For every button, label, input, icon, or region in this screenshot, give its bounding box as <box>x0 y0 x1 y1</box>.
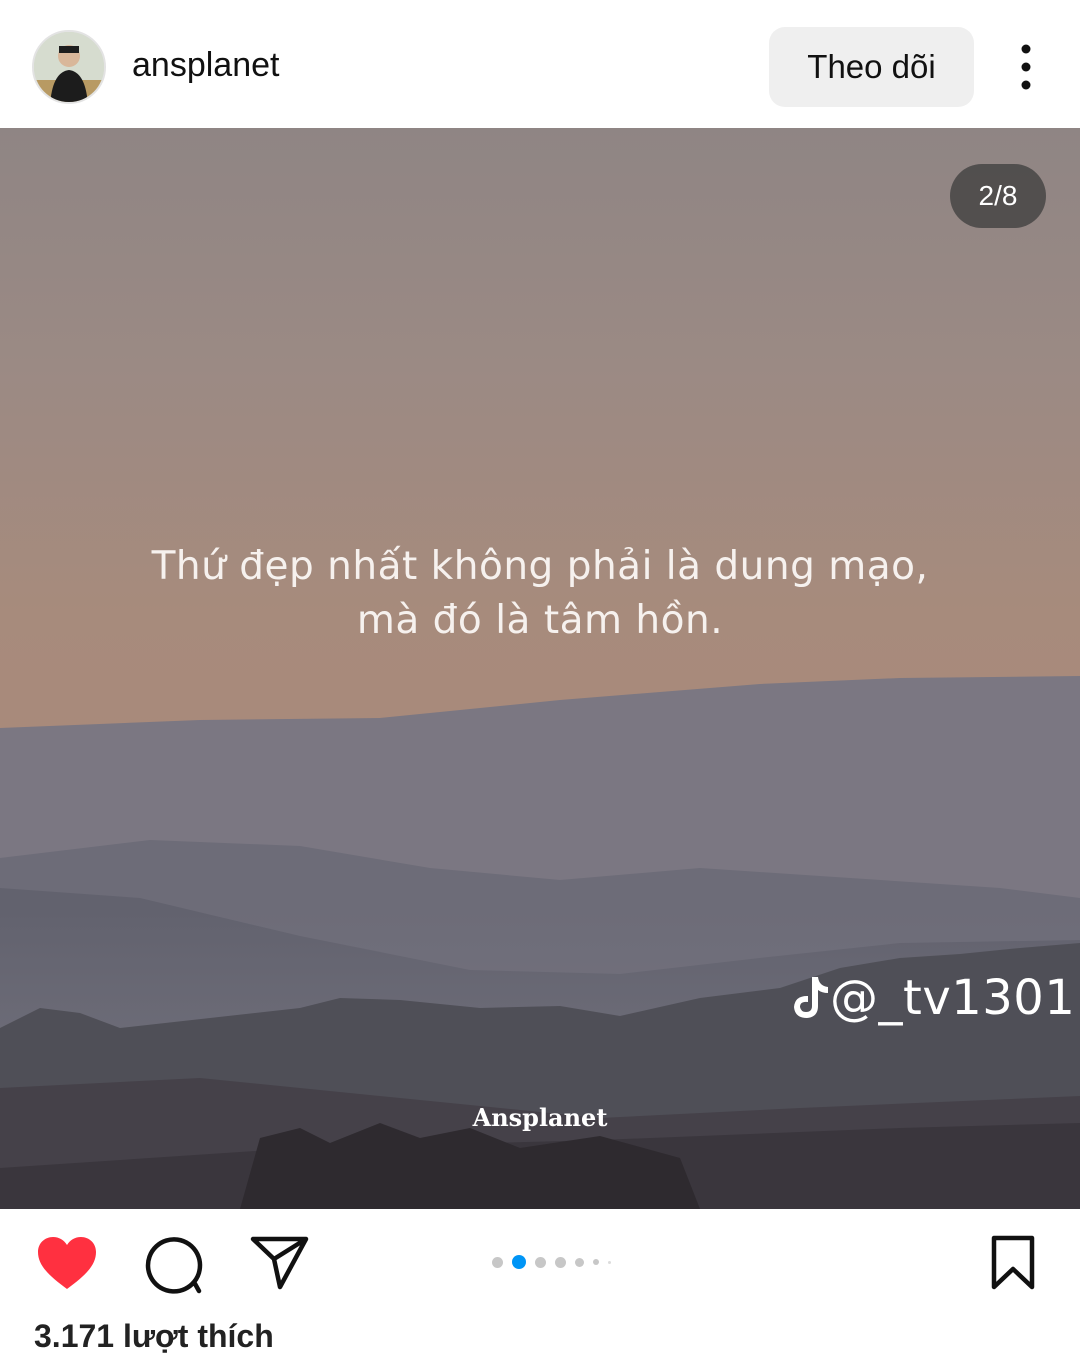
carousel-indicator <box>492 1255 611 1269</box>
carousel-dot-active <box>512 1255 526 1269</box>
carousel-dot <box>492 1256 503 1268</box>
watermark-handle: @_tv1301 <box>830 970 1076 1026</box>
carousel-dot <box>593 1259 599 1265</box>
tiktok-icon <box>794 977 828 1018</box>
quote-text: Thứ đẹp nhất không phải là dung mạo, mà … <box>0 540 1080 648</box>
carousel-dot <box>535 1256 546 1268</box>
likes-count[interactable]: 3.171 lượt thích <box>34 1318 274 1355</box>
slide-counter: 2/8 <box>950 164 1046 228</box>
quote-line-1: Thứ đẹp nhất không phải là dung mạo, <box>151 544 929 589</box>
brand-logo: Ansplanet <box>472 1103 608 1132</box>
username[interactable]: ansplanet <box>132 46 279 85</box>
follow-button[interactable]: Theo dõi <box>769 27 974 107</box>
comment-icon[interactable] <box>144 1235 204 1300</box>
share-icon[interactable] <box>250 1235 310 1296</box>
avatar[interactable] <box>32 30 106 104</box>
post-image[interactable]: 2/8 Thứ đẹp nhất không phải là dung mạo,… <box>0 128 1080 1209</box>
carousel-dot <box>555 1256 566 1268</box>
post-header: ansplanet Theo dõi <box>0 0 1080 128</box>
carousel-dot <box>575 1257 584 1267</box>
tiktok-watermark: @_tv1301 <box>790 970 1075 1026</box>
landscape-background <box>0 128 1080 1209</box>
more-vertical-icon[interactable] <box>1006 40 1046 94</box>
heart-icon[interactable] <box>36 1235 98 1296</box>
bookmark-icon[interactable] <box>990 1235 1036 1296</box>
carousel-dot <box>608 1260 611 1264</box>
post-actions <box>0 1209 1080 1319</box>
quote-line-2: mà đó là tâm hồn. <box>356 598 724 643</box>
